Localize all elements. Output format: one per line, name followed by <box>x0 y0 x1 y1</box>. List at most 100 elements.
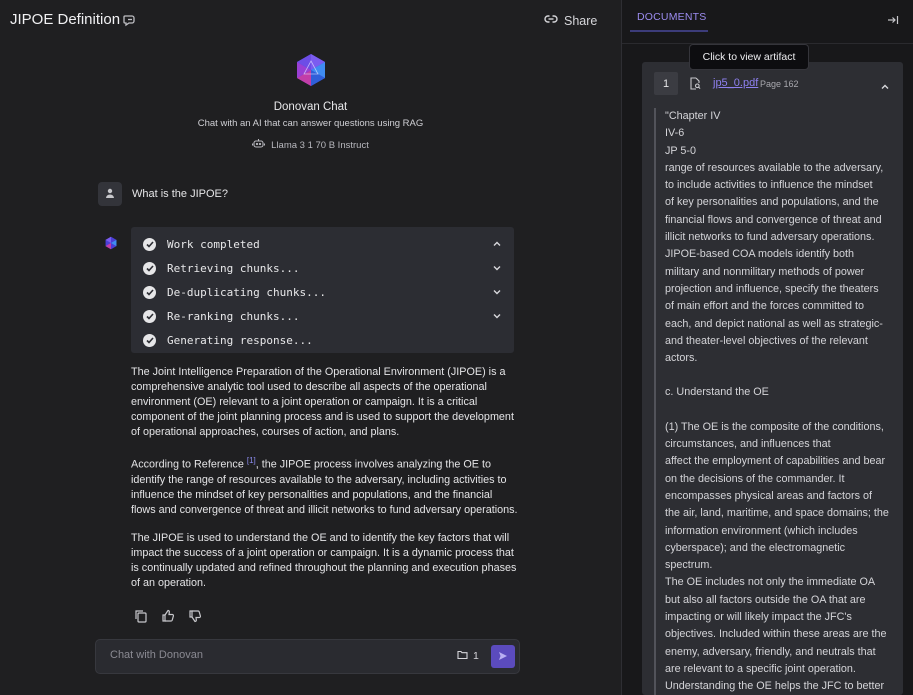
user-icon <box>105 185 115 203</box>
citation-link[interactable]: [1] <box>247 456 256 465</box>
collapse-panel-icon[interactable] <box>887 13 899 25</box>
share-label: Share <box>564 13 598 28</box>
user-avatar <box>98 182 122 206</box>
step-generating: Generating response... <box>143 328 502 352</box>
document-card: 1 jp5_0.pdf Page 162 "Chapter IV IV-6 JP 5… <box>642 62 903 695</box>
assistant-name: Donovan Chat <box>273 101 348 113</box>
step-label: Generating response... <box>167 333 313 347</box>
excerpt-line: enemy, adversary, friendly, and neutrals… <box>665 645 876 658</box>
excerpt-line: the air, land, maritime, and space domai… <box>665 507 889 520</box>
user-message: What is the JIPOE? <box>98 182 228 206</box>
excerpt-line: but also all factors outside the OA that… <box>665 593 866 606</box>
attachment-count: 1 <box>473 650 479 662</box>
excerpt-line: affect the employment of capabilities an… <box>665 455 886 468</box>
progress-steps-panel: Work completed Retrieving chunks... De-d… <box>131 227 514 353</box>
thumbs-up-icon[interactable] <box>161 609 175 623</box>
excerpt-line: information environment (which includes <box>665 524 858 537</box>
check-circle-icon <box>143 333 156 347</box>
excerpt-line: range of resources available to the adve… <box>665 161 884 174</box>
excerpt-line: projection and influence, specify the th… <box>665 282 879 295</box>
excerpt-line: military and nonmilitary methods of powe… <box>665 265 865 278</box>
check-circle-icon <box>143 285 156 299</box>
excerpt-line: spectrum. <box>665 559 713 572</box>
send-icon <box>498 648 508 666</box>
excerpt-line: each, and depict national as well as str… <box>665 317 883 330</box>
excerpt-line: financial flows and convergence of threa… <box>665 213 882 226</box>
check-circle-icon <box>143 237 156 251</box>
assistant-answer: The Joint Intelligence Preparation of th… <box>131 365 519 604</box>
excerpt-line: circumstances, and influences that <box>665 438 831 451</box>
active-tab-indicator <box>630 30 708 32</box>
step-deduplicating[interactable]: De-duplicating chunks... <box>143 280 502 304</box>
excerpt-line: encompasses physical areas and factors o… <box>665 489 873 502</box>
copy-icon[interactable] <box>134 609 148 623</box>
answer-paragraph: The JIPOE is used to understand the OE a… <box>131 531 517 589</box>
send-button[interactable] <box>491 645 515 668</box>
excerpt-gap <box>665 367 894 384</box>
document-index: 1 <box>654 72 678 95</box>
excerpt-line: are relevant to a specific joint operati… <box>665 662 856 675</box>
chevron-up-icon[interactable] <box>880 79 890 89</box>
excerpt-line: (1) The OE is the composite of the condi… <box>665 420 884 433</box>
chevron-up-icon[interactable] <box>492 239 502 249</box>
user-question: What is the JIPOE? <box>132 188 228 200</box>
answer-paragraph: The Joint Intelligence Preparation of th… <box>131 366 514 438</box>
chat-input[interactable] <box>110 649 440 661</box>
excerpt-line: JIPOE-based COA models identify both <box>665 248 855 261</box>
assistant-intro: Donovan Chat Chat with an AI that can an… <box>0 52 621 152</box>
excerpt-line: cyberspace); and the electromagnetic <box>665 541 846 554</box>
excerpt-line: of main effort and the forces committed … <box>665 300 865 313</box>
thumbs-down-icon[interactable] <box>188 609 202 623</box>
check-circle-icon <box>143 309 156 323</box>
excerpt-line: on the decisions of the commander. It <box>665 472 845 485</box>
chevron-down-icon[interactable] <box>492 311 502 321</box>
donovan-logo-icon <box>293 52 329 88</box>
step-label: De-duplicating chunks... <box>167 285 326 299</box>
step-reranking[interactable]: Re-ranking chunks... <box>143 304 502 328</box>
excerpt-line: "Chapter IV <box>665 110 721 122</box>
document-page: Page 162 <box>760 79 799 89</box>
excerpt-line: IV-6 <box>665 127 685 140</box>
step-label: Retrieving chunks... <box>167 261 300 275</box>
excerpt-line: Understanding the OE helps the JFC to be… <box>665 680 885 693</box>
excerpt-gap <box>665 402 894 419</box>
excerpt-line: The OE includes not only the immediate O… <box>665 576 876 589</box>
message-actions <box>134 609 202 623</box>
artifact-tooltip: Click to view artifact <box>689 44 809 70</box>
assistant-avatar-icon <box>104 236 118 250</box>
model-name: Llama 3 1 70 B Instruct <box>271 139 369 151</box>
assistant-description: Chat with an AI that can answer question… <box>197 118 424 129</box>
excerpt-line: illicit networks to fund adversary opera… <box>665 231 875 244</box>
excerpt-line: objectives. Included within these areas … <box>665 628 887 641</box>
step-retrieving[interactable]: Retrieving chunks... <box>143 256 502 280</box>
chat-header: JIPOE Definition Share <box>0 0 621 40</box>
excerpt-line: c. Understand the OE <box>665 386 769 399</box>
link-icon <box>544 13 558 28</box>
excerpt-line: actors. <box>665 352 698 365</box>
folder-icon <box>457 650 468 662</box>
conversation-title: JIPOE Definition <box>10 11 121 28</box>
file-search-icon <box>689 77 701 90</box>
tab-documents[interactable]: DOCUMENTS <box>637 11 706 23</box>
answer-text: According to Reference <box>131 458 247 471</box>
excerpt-line: and theater-level objectives of the rele… <box>665 334 868 347</box>
answer-paragraph: According to Reference [1], the JIPOE pr… <box>131 453 519 518</box>
chevron-down-icon[interactable] <box>492 287 502 297</box>
check-circle-icon <box>143 261 156 275</box>
excerpt-line: of key personalities and populations, an… <box>665 196 879 209</box>
robot-icon <box>252 138 266 152</box>
step-label: Work completed <box>167 237 260 251</box>
document-filename-link[interactable]: jp5_0.pdf <box>713 77 758 89</box>
attached-documents-button[interactable]: 1 <box>457 650 479 662</box>
chevron-down-icon[interactable] <box>492 263 502 273</box>
excerpt-line: JP 5-0 <box>665 144 697 157</box>
excerpt-line: to include activities to influence the m… <box>665 179 873 192</box>
share-button[interactable]: Share <box>544 13 597 28</box>
chat-pane: JIPOE Definition Share Donovan Chat Chat… <box>0 0 621 695</box>
model-badge: Llama 3 1 70 B Instruct <box>0 138 621 152</box>
document-excerpt: "Chapter IV IV-6 JP 5-0 range of resources … <box>654 108 894 695</box>
excerpt-line: impacting or will likely impact the JFC'… <box>665 611 852 624</box>
chat-composer: 1 <box>95 639 520 674</box>
step-work-completed[interactable]: Work completed <box>143 232 502 256</box>
edit-chat-icon[interactable] <box>122 12 138 28</box>
